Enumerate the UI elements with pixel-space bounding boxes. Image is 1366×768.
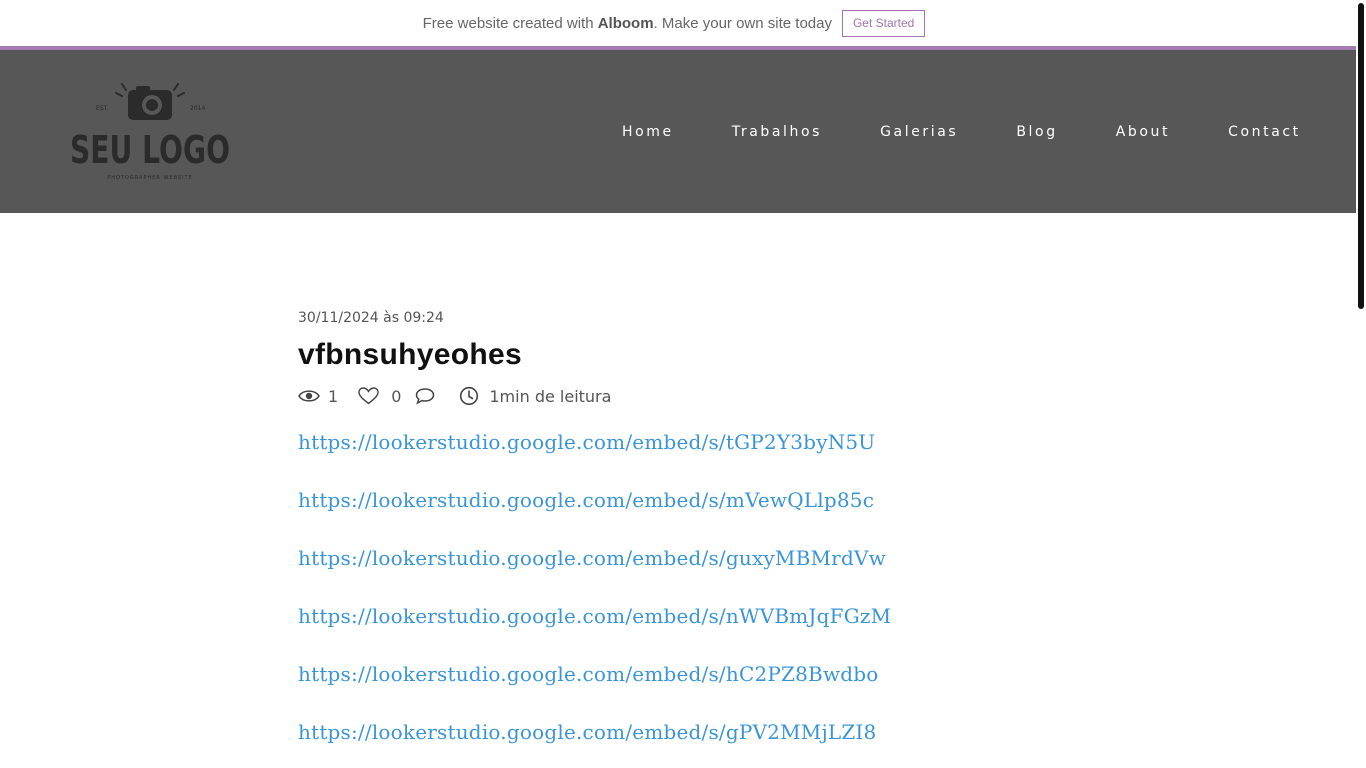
- logo-sub-text: PHOTOGRAPHER WEBSITE: [107, 175, 193, 181]
- post-link[interactable]: https://lookerstudio.google.com/embed/s/…: [298, 660, 1058, 718]
- nav-about[interactable]: About: [1116, 124, 1170, 140]
- heart-icon[interactable]: [358, 387, 379, 405]
- page-scrollbar[interactable]: [1356, 0, 1366, 768]
- logo-year-text: 2014: [190, 105, 205, 112]
- clock-icon: [459, 386, 479, 406]
- nav-blog[interactable]: Blog: [1016, 124, 1057, 140]
- nav-contact[interactable]: Contact: [1228, 124, 1301, 140]
- comment-icon[interactable]: [415, 387, 435, 405]
- site-header: EST. 2014 SEU LOGO PHOTOGRAPHER WEBSITE …: [0, 50, 1356, 213]
- post-link[interactable]: https://lookerstudio.google.com/embed/s/…: [298, 602, 1058, 660]
- post-title: vfbnsuhyeohes: [298, 338, 522, 371]
- likes-count: 0: [391, 386, 402, 406]
- promo-brand[interactable]: Alboom: [598, 15, 654, 32]
- post-link[interactable]: https://lookerstudio.google.com/embed/s/…: [298, 486, 1058, 544]
- nav-galerias[interactable]: Galerias: [880, 124, 958, 140]
- post-link[interactable]: https://lookerstudio.google.com/embed/s/…: [298, 428, 1058, 486]
- post-meta: 1 0 1min de leitura: [298, 386, 1058, 406]
- logo-graphic: EST. 2014 SEU LOGO PHOTOGRAPHER WEBSITE: [70, 83, 230, 181]
- logo-est-text: EST.: [96, 105, 109, 112]
- nav-trabalhos[interactable]: Trabalhos: [732, 124, 822, 140]
- scrollbar-thumb[interactable]: [1358, 3, 1364, 309]
- blog-post: 30/11/2024 às 09:24 vfbnsuhyeohes 1 0 1m…: [298, 310, 1058, 768]
- logo-main-text: SEU LOGO: [70, 128, 230, 172]
- promo-text: Free website created with Alboom. Make y…: [423, 15, 832, 32]
- read-time: 1min de leitura: [489, 386, 612, 406]
- nav-home[interactable]: Home: [622, 124, 674, 140]
- views-count: 1: [328, 386, 339, 406]
- main-nav: Home Trabalhos Galerias Blog About Conta…: [622, 124, 1301, 140]
- post-link[interactable]: https://lookerstudio.google.com/embed/s/…: [298, 544, 1058, 602]
- promo-text-before: Free website created with: [422, 14, 598, 32]
- promo-text-after: . Make your own site today: [653, 14, 832, 32]
- eye-icon: [298, 388, 320, 404]
- post-date: 30/11/2024 às 09:24: [298, 310, 444, 326]
- post-link[interactable]: https://lookerstudio.google.com/embed/s/…: [298, 718, 1058, 768]
- site-logo[interactable]: EST. 2014 SEU LOGO PHOTOGRAPHER WEBSITE: [68, 78, 232, 184]
- promo-bar: Free website created with Alboom. Make y…: [0, 0, 1356, 46]
- get-started-button[interactable]: Get Started: [841, 9, 926, 37]
- post-links: https://lookerstudio.google.com/embed/s/…: [298, 428, 1058, 768]
